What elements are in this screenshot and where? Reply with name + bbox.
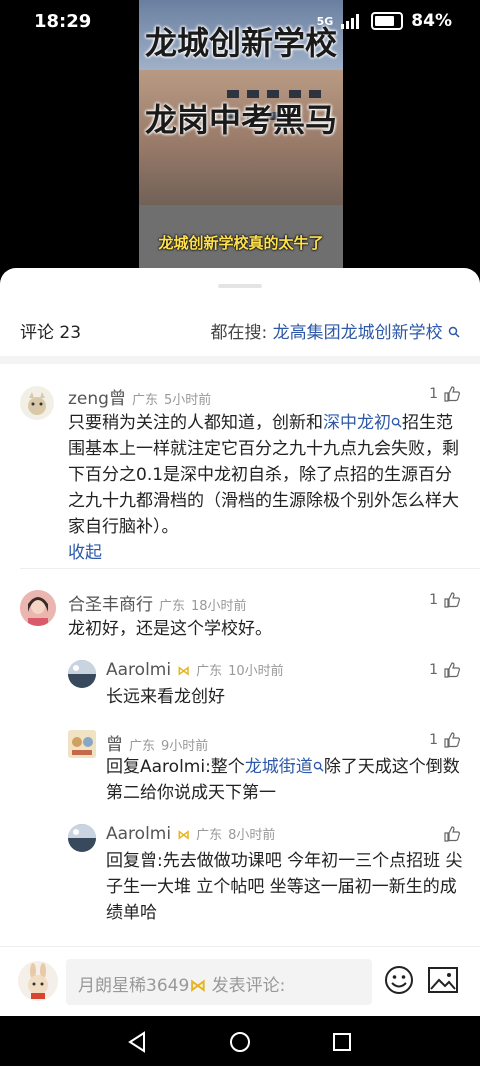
avatar[interactable]	[20, 590, 56, 626]
drag-handle[interactable]	[218, 284, 262, 288]
like-button[interactable]: 1	[429, 662, 460, 678]
search-icon	[313, 761, 324, 772]
comment-time: 5小时前	[163, 393, 212, 408]
comment-time: 8小时前	[228, 828, 276, 843]
author-name: Aarolmi	[106, 660, 172, 680]
cartoon-avatar-icon	[68, 730, 96, 758]
author-region: 广东	[129, 739, 156, 754]
comment-time: 10小时前	[228, 664, 284, 679]
comment-divider	[20, 568, 480, 569]
landscape-avatar-icon	[68, 660, 96, 688]
recents-icon[interactable]	[330, 1030, 354, 1054]
network-type: 5G	[316, 14, 334, 28]
collapse-link[interactable]: 收起	[68, 543, 102, 563]
author-name: zeng曾	[68, 389, 126, 409]
topic-link[interactable]: 深中龙初	[323, 413, 391, 433]
comment-time: 18小时前	[191, 599, 247, 614]
reply-text: 回复Aarolmi:整个龙城街道 除了天成这个倒数第二给你说成天下第一	[106, 754, 464, 806]
avatar[interactable]	[68, 660, 96, 688]
author-name: Aarolmi	[106, 824, 172, 844]
like-count: 1	[429, 662, 438, 678]
topic-link[interactable]: 龙城街道	[245, 757, 313, 777]
author-name: 合圣丰商行	[68, 595, 153, 615]
comment-sheet: 评论 23 都在搜: 龙高集团龙城创新学校 zeng曾 广东 5小时前 1 只要稍为…	[0, 268, 480, 1016]
landscape-avatar-icon	[68, 824, 96, 852]
avatar[interactable]	[20, 386, 54, 420]
status-bar: 18:29 5G 84%	[0, 0, 480, 44]
search-hint[interactable]: 都在搜: 龙高集团龙城创新学校	[210, 318, 460, 343]
status-indicators: 5G 84%	[317, 11, 452, 31]
search-icon	[448, 326, 460, 338]
author-name: 曾	[106, 735, 123, 755]
battery-percent: 84%	[411, 11, 452, 31]
like-count: 1	[429, 732, 438, 748]
author-region: 广东	[131, 393, 158, 408]
battery-icon	[371, 12, 404, 30]
like-button[interactable]: 1	[429, 592, 460, 608]
section-divider	[0, 356, 480, 364]
thumbs-up-icon	[444, 826, 460, 842]
avatar[interactable]	[68, 824, 96, 852]
comment-input-text: 月朗星稀3649⋈ 发表评论:	[78, 971, 285, 996]
like-button[interactable]: 1	[429, 386, 460, 402]
status-time: 18:29	[34, 11, 92, 32]
home-icon[interactable]	[228, 1030, 252, 1054]
comment-author[interactable]: 合圣丰商行 广东 18小时前	[68, 590, 247, 615]
badge-icon: ⋈	[189, 976, 207, 996]
comment-text: 龙初好，还是这个学校好。	[68, 619, 272, 639]
search-icon	[391, 417, 402, 428]
comment-input[interactable]: 月朗星稀3649⋈ 发表评论:	[66, 959, 372, 1005]
cat-avatar-icon	[28, 392, 46, 415]
like-button[interactable]	[438, 826, 460, 842]
user-avatar[interactable]	[18, 961, 58, 1001]
comment-time: 9小时前	[161, 739, 209, 754]
comments-header: 评论 23 都在搜: 龙高集团龙城创新学校	[0, 316, 480, 346]
author-region: 广东	[196, 664, 223, 679]
search-prefix: 都在搜:	[210, 323, 268, 343]
reply-text: 回复曾:先去做做功课吧 今年初一三个点招班 尖子生一大堆 立个帖吧 坐等这一届初…	[106, 851, 463, 923]
badge-icon: ⋈	[177, 664, 191, 679]
back-icon[interactable]	[126, 1030, 150, 1054]
search-term-link[interactable]: 龙高集团龙城创新学校	[273, 323, 443, 343]
comment-author[interactable]: zeng曾 广东 5小时前	[68, 384, 211, 409]
thumbs-up-icon	[444, 386, 460, 402]
reply-text-part: 回复Aarolmi:整个	[106, 757, 245, 777]
emoji-icon[interactable]	[384, 965, 414, 995]
system-nav-bar	[0, 1016, 480, 1066]
avatar[interactable]	[68, 730, 96, 758]
thumbs-up-icon	[444, 592, 460, 608]
post-comment-label: 发表评论:	[211, 976, 286, 996]
current-user-name: 月朗星稀3649	[78, 976, 190, 996]
like-button[interactable]: 1	[429, 732, 460, 748]
rabbit-avatar-icon	[28, 963, 48, 999]
author-region: 广东	[196, 828, 223, 843]
reply-author[interactable]: Aarolmi ⋈ 广东 8小时前	[106, 824, 275, 844]
like-count: 1	[429, 386, 438, 402]
thumbs-up-icon	[444, 732, 460, 748]
person-avatar-icon	[20, 590, 56, 626]
video-subtitle: 龙城创新学校真的太牛了	[158, 234, 324, 252]
badge-icon: ⋈	[177, 828, 191, 843]
like-count: 1	[429, 592, 438, 608]
reply-text: 长远来看龙创好	[106, 687, 225, 707]
image-icon[interactable]	[428, 967, 458, 993]
video-title-line2: 龙岗中考黑马	[144, 101, 337, 139]
reply-author[interactable]: 曾广东 9小时前	[106, 730, 208, 755]
comment-text: 只要稍为关注的人都知道，创新和深中龙初 招生范围基本上一样就注定它百分之九十九点九…	[68, 410, 464, 566]
comment-text-part: 只要稍为关注的人都知道，创新和	[68, 413, 323, 433]
comment-count: 评论 23	[20, 323, 82, 343]
author-region: 广东	[159, 599, 186, 614]
comment-input-bar: 月朗星稀3649⋈ 发表评论:	[0, 946, 480, 1017]
reply-author[interactable]: Aarolmi ⋈ 广东 10小时前	[106, 660, 284, 680]
signal-icon	[341, 14, 360, 29]
thumbs-up-icon	[444, 662, 460, 678]
